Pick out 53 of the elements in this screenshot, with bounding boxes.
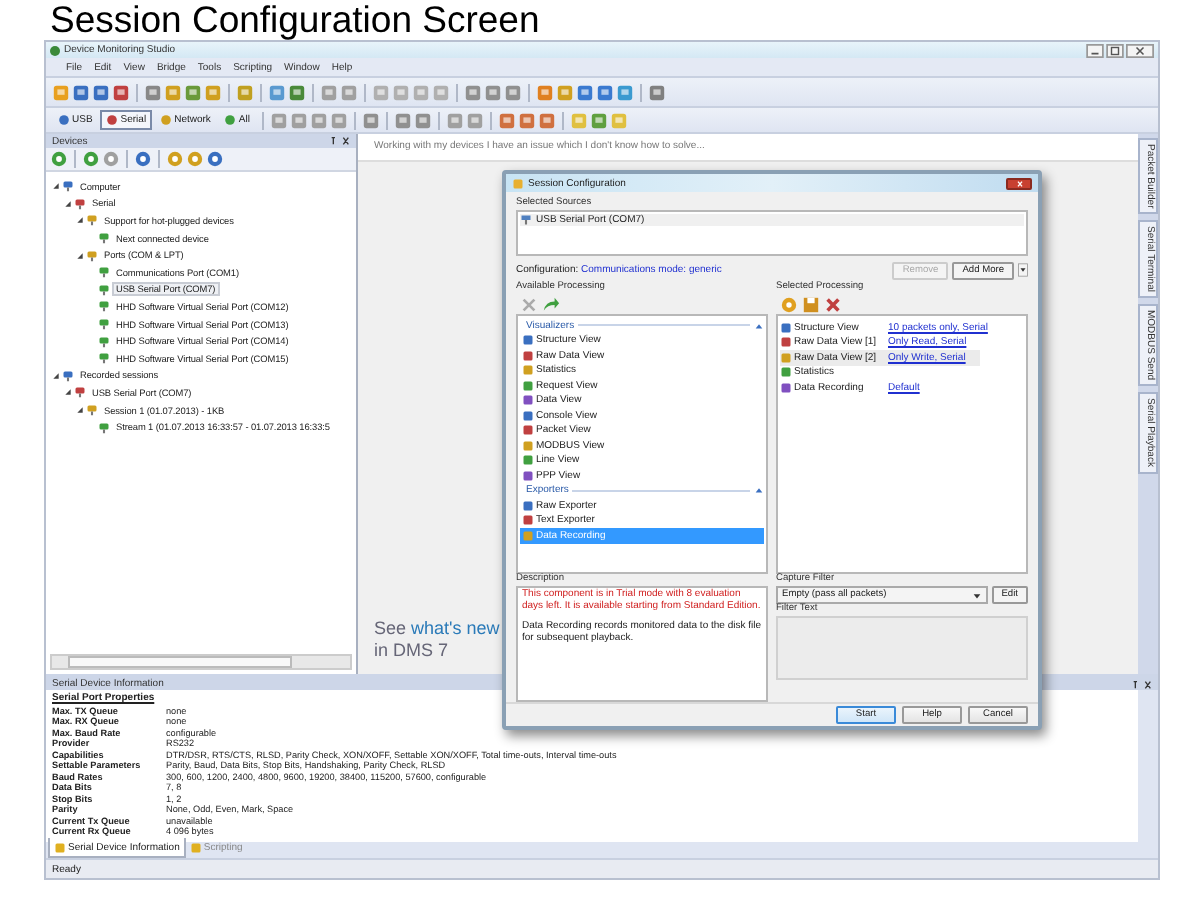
page-icon xyxy=(189,842,202,854)
pin-close-icon[interactable] xyxy=(1132,679,1152,689)
expander-icon[interactable] xyxy=(52,371,60,380)
restore-icon[interactable] xyxy=(1106,43,1124,57)
device-icon xyxy=(98,300,110,313)
horizontal-scrollbar[interactable] xyxy=(50,654,352,670)
device-icon xyxy=(98,232,110,245)
device-icon xyxy=(98,283,110,296)
add-arrow-icon[interactable] xyxy=(542,295,560,314)
expander-icon[interactable] xyxy=(64,199,72,208)
device-icon xyxy=(62,369,74,382)
device-icon xyxy=(74,386,86,399)
device-icon xyxy=(224,114,237,126)
device-icon xyxy=(86,249,98,262)
expander-icon[interactable] xyxy=(64,388,72,397)
close-button[interactable] xyxy=(1006,177,1032,190)
device-icon xyxy=(74,197,86,210)
dropdown-icon[interactable] xyxy=(1018,262,1028,279)
device-icon xyxy=(106,114,119,126)
close-icon[interactable] xyxy=(1126,43,1154,57)
expander-icon[interactable] xyxy=(76,406,84,415)
device-icon xyxy=(98,318,110,331)
whats-new-link[interactable]: what's new xyxy=(411,618,500,638)
promo-text: See xyxy=(374,618,407,638)
collapse-icon[interactable] xyxy=(754,321,764,330)
remove-icon[interactable] xyxy=(824,295,842,314)
device-icon xyxy=(98,335,110,348)
close-icon xyxy=(1013,179,1025,188)
device-icon xyxy=(98,352,110,365)
port-icon xyxy=(520,214,532,227)
save-icon[interactable] xyxy=(802,295,820,314)
dialog-icon xyxy=(512,177,524,190)
device-icon xyxy=(58,114,70,126)
cross-icon[interactable] xyxy=(520,295,538,314)
device-icon xyxy=(98,266,110,279)
device-icon xyxy=(98,421,110,434)
slide-heading: Session Configuration Screen xyxy=(48,0,542,40)
device-icon xyxy=(62,180,74,193)
expander-icon[interactable] xyxy=(76,216,84,225)
dropdown-icon xyxy=(971,591,982,600)
page-icon xyxy=(54,841,66,853)
promo-text: in DMS 7 xyxy=(374,640,451,662)
expander-icon[interactable] xyxy=(76,251,84,260)
filter-text-field[interactable] xyxy=(776,616,1028,681)
minimize-icon[interactable] xyxy=(1086,43,1104,57)
gear-icon[interactable] xyxy=(780,295,798,314)
expander-icon[interactable] xyxy=(52,182,60,191)
device-icon xyxy=(86,214,98,227)
device-icon xyxy=(160,114,173,126)
device-icon xyxy=(86,404,98,417)
collapse-icon[interactable] xyxy=(754,486,764,495)
app-icon xyxy=(50,45,60,55)
pin-close-icon[interactable] xyxy=(330,136,350,146)
